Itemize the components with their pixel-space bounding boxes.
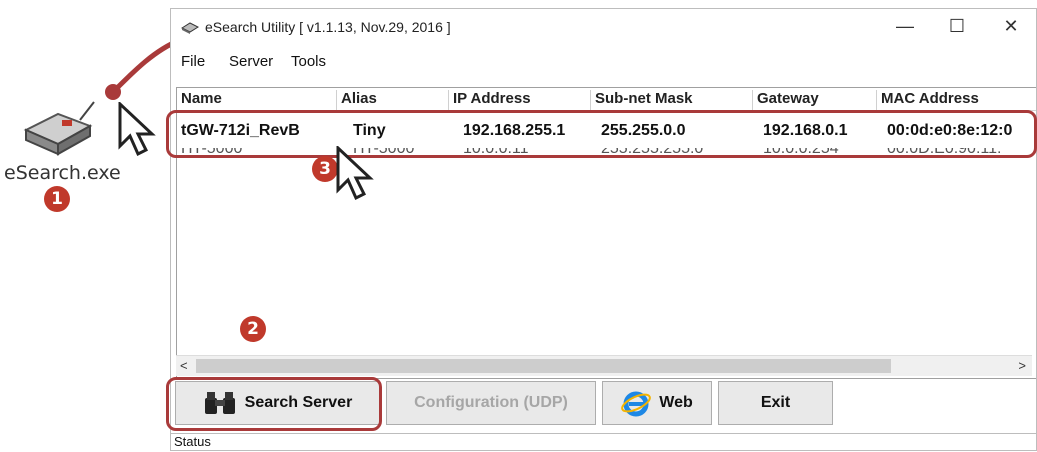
window-title: eSearch Utility [ v1.1.13, Nov.29, 2016 … xyxy=(205,19,451,35)
search-button-highlight xyxy=(166,377,382,431)
selected-row-highlight xyxy=(166,110,1037,158)
step-2-badge: 2 xyxy=(240,316,266,342)
step-1-badge: 1 xyxy=(44,186,70,212)
app-icon xyxy=(181,22,199,34)
menu-bar: File Server Tools xyxy=(171,45,1036,73)
status-bar: Status xyxy=(171,433,1036,452)
scroll-left-button[interactable]: < xyxy=(180,358,188,373)
col-alias[interactable]: Alias xyxy=(337,90,449,110)
scroll-thumb[interactable] xyxy=(196,359,891,373)
maximize-button[interactable]: ☐ xyxy=(935,13,979,39)
configuration-udp-button[interactable]: Configuration (UDP) xyxy=(386,381,596,425)
web-button[interactable]: Web xyxy=(602,381,712,425)
exit-button[interactable]: Exit xyxy=(718,381,833,425)
col-ip[interactable]: IP Address xyxy=(449,90,591,110)
col-gateway[interactable]: Gateway xyxy=(753,90,877,110)
scroll-right-button[interactable]: > xyxy=(1018,358,1026,373)
mouse-cursor-icon xyxy=(336,146,374,201)
list-header: Name Alias IP Address Sub-net Mask Gatew… xyxy=(177,88,1036,111)
menu-server[interactable]: Server xyxy=(229,53,273,70)
desktop-icon-label: eSearch.exe xyxy=(4,162,121,184)
menu-file[interactable]: File xyxy=(181,53,205,70)
col-subnet[interactable]: Sub-net Mask xyxy=(591,90,753,110)
minimize-button[interactable]: — xyxy=(883,13,927,39)
exit-label: Exit xyxy=(760,394,791,411)
horizontal-scrollbar[interactable]: < > xyxy=(176,355,1032,376)
col-mac[interactable]: MAC Address xyxy=(877,90,1036,110)
menu-tools[interactable]: Tools xyxy=(291,53,326,70)
col-name[interactable]: Name xyxy=(177,90,337,110)
configuration-udp-label: Configuration (UDP) xyxy=(414,394,568,411)
web-label: Web xyxy=(659,394,693,411)
close-button[interactable]: ✕ xyxy=(989,13,1033,39)
mouse-cursor-icon xyxy=(118,102,156,157)
title-bar[interactable]: eSearch Utility [ v1.1.13, Nov.29, 2016 … xyxy=(171,9,1036,43)
internet-explorer-icon xyxy=(621,391,652,417)
device-icon xyxy=(23,101,95,156)
step-3-badge: 3 xyxy=(312,156,338,182)
